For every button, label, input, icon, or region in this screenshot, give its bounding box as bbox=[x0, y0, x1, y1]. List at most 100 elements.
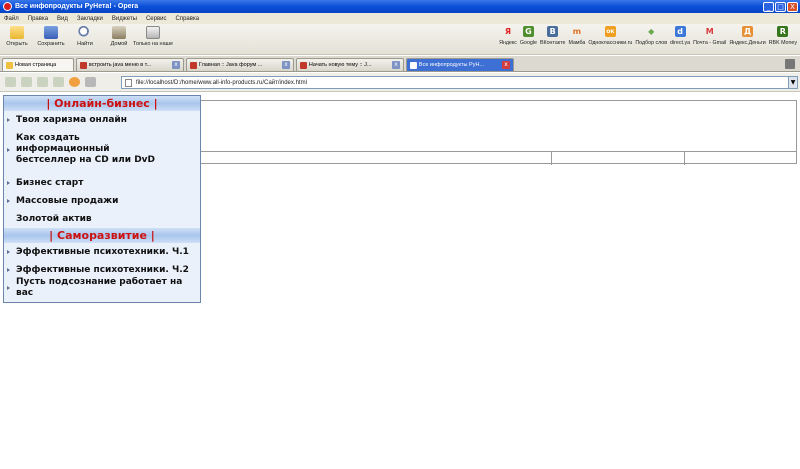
bookmark-label: Одноклассники.ru bbox=[588, 40, 633, 46]
menu-view[interactable]: Вид bbox=[57, 16, 68, 22]
forward-icon[interactable] bbox=[37, 77, 48, 87]
tab-new-page[interactable]: Новая страница bbox=[2, 58, 74, 71]
close-tab-icon[interactable]: x bbox=[502, 61, 510, 69]
bookmarks-bar: Я Яндекс G Google B ВКонтакте m Мамба ок… bbox=[499, 26, 797, 46]
fast-forward-icon[interactable] bbox=[53, 77, 64, 87]
tab-infoproducts[interactable]: Все инфопродукты РуН... x bbox=[406, 58, 514, 71]
open-button[interactable]: Открыть bbox=[2, 26, 32, 47]
vkontakte-icon: B bbox=[547, 26, 559, 37]
tab-label: Начать новую тему :: J... bbox=[308, 62, 372, 68]
tab-label: встроить java меню в т... bbox=[88, 62, 152, 68]
tab-new-topic[interactable]: Начать новую тему :: J... x bbox=[296, 58, 404, 71]
opera-tab-icon bbox=[410, 61, 417, 69]
menu-item-charisma[interactable]: Твоя харизма онлайн bbox=[4, 111, 200, 129]
menu-edit[interactable]: Правка bbox=[28, 16, 48, 22]
back-icon[interactable] bbox=[21, 77, 32, 87]
folder-icon bbox=[10, 26, 24, 39]
bookmark-direct[interactable]: d direct.ya bbox=[670, 26, 690, 46]
arrow-right-icon bbox=[7, 268, 10, 272]
odnoklassniki-icon: ок bbox=[604, 26, 616, 37]
bookmark-wordstat[interactable]: ◆ Подбор слов bbox=[635, 26, 667, 46]
section-header-online-business: | Онлайн-бизнес | bbox=[4, 96, 200, 111]
menu-tools[interactable]: Сервис bbox=[146, 16, 167, 22]
menu-item-subconscious[interactable]: Пусть подсознание работает на вас bbox=[4, 277, 200, 298]
bookmark-rbk-money[interactable]: R RBK Money bbox=[769, 26, 797, 46]
table-divider bbox=[551, 152, 552, 165]
home-button[interactable]: Домой bbox=[104, 26, 134, 47]
tab-label: Главная :: Java форум ... bbox=[198, 62, 263, 68]
tab-java-forum[interactable]: Главная :: Java форум ... x bbox=[186, 58, 294, 71]
menu-item-label: Пусть подсознание работает на вас bbox=[16, 277, 183, 298]
yandex-money-icon: Д bbox=[742, 26, 754, 37]
menu-bookmarks[interactable]: Закладки bbox=[77, 16, 103, 22]
reload-icon[interactable] bbox=[69, 77, 80, 87]
find-button[interactable]: Найти bbox=[70, 26, 100, 47]
menu-file[interactable]: Файл bbox=[4, 16, 19, 22]
tab-java-menu[interactable]: встроить java меню в т... x bbox=[76, 58, 184, 71]
table-row bbox=[201, 151, 796, 165]
side-menu: | Онлайн-бизнес | Твоя харизма онлайн Ка… bbox=[3, 95, 201, 303]
bookmark-mamba[interactable]: m Мамба bbox=[568, 26, 585, 46]
section-title: | Саморазвитие | bbox=[49, 229, 155, 242]
opera-tab-icon bbox=[80, 61, 87, 69]
save-label: Сохранить bbox=[37, 41, 65, 47]
opera-tab-icon bbox=[190, 61, 197, 69]
address-field[interactable]: file://localhost/D:/home/www.all-info-pr… bbox=[121, 76, 798, 89]
bookmark-label: Мамба bbox=[568, 40, 586, 46]
bookmark-odnoklassniki[interactable]: ок Одноклассники.ru bbox=[588, 26, 632, 46]
tab-bar: Новая страница встроить java меню в т...… bbox=[0, 56, 800, 72]
chevron-down-icon[interactable]: ▼ bbox=[788, 77, 797, 88]
tab-label: Новая страница bbox=[15, 62, 57, 68]
save-button[interactable]: Сохранить bbox=[36, 26, 66, 47]
navigation-buttons bbox=[5, 77, 96, 87]
bookmark-gmail[interactable]: M Почта - Gmail bbox=[693, 26, 726, 46]
google-icon: G bbox=[522, 26, 534, 37]
menu-item-golden-asset[interactable]: Золотой актив bbox=[4, 210, 200, 228]
main-toolbar: Открыть Сохранить Найти Домой Только на … bbox=[0, 24, 800, 55]
close-tab-icon[interactable]: x bbox=[172, 61, 180, 69]
window-controls: _ □ X bbox=[763, 1, 800, 12]
bookmark-label: Подбор слов bbox=[635, 40, 668, 46]
close-button[interactable]: X bbox=[787, 1, 798, 12]
menu-item-label: Эффективные психотехники. Ч.2 bbox=[16, 264, 189, 275]
bookmark-vkontakte[interactable]: B ВКонтакте bbox=[539, 26, 566, 46]
menu-item-label: Бизнес старт bbox=[16, 177, 84, 188]
rbk-money-icon: R bbox=[777, 26, 789, 37]
menu-widgets[interactable]: Виджеты bbox=[112, 16, 137, 22]
maximize-button[interactable]: □ bbox=[775, 1, 786, 12]
window-title: Все инфопродукты РуНета! - Opera bbox=[15, 3, 139, 10]
speech-bubble-icon bbox=[146, 26, 160, 39]
bookmark-label: Яндекс bbox=[499, 40, 517, 46]
rewind-icon[interactable] bbox=[5, 77, 16, 87]
menu-item-business-start[interactable]: Бизнес старт bbox=[4, 174, 200, 192]
menu-item-bestseller[interactable]: Как создать информационный бестселлер на… bbox=[4, 129, 200, 174]
arrow-right-icon bbox=[7, 181, 10, 185]
tome-button[interactable]: Только на наше bbox=[133, 26, 173, 47]
bookmark-yandex-money[interactable]: Д Яндекс.Деньги bbox=[729, 26, 766, 46]
bookmark-label: RBK Money bbox=[768, 40, 797, 46]
opera-logo-icon bbox=[3, 2, 12, 11]
trash-icon[interactable] bbox=[785, 59, 795, 69]
menu-item-psychotech-1[interactable]: Эффективные психотехники. Ч.1 bbox=[4, 243, 200, 261]
page-table bbox=[200, 100, 797, 165]
edit-icon[interactable] bbox=[85, 77, 96, 87]
bookmark-label: ВКонтакте bbox=[539, 40, 566, 46]
open-label: Открыть bbox=[6, 41, 28, 47]
bookmark-google[interactable]: G Google bbox=[520, 26, 537, 46]
magnifier-icon bbox=[78, 26, 92, 39]
minimize-button[interactable]: _ bbox=[763, 1, 774, 12]
menu-item-label: Массовые продажи bbox=[16, 195, 119, 206]
wordstat-icon: ◆ bbox=[648, 27, 655, 36]
page-icon bbox=[125, 78, 132, 87]
tome-label: Только на наше bbox=[132, 41, 174, 47]
close-tab-icon[interactable]: x bbox=[392, 61, 400, 69]
menu-item-mass-sales[interactable]: Массовые продажи bbox=[4, 192, 200, 210]
arrow-right-icon bbox=[7, 118, 10, 122]
arrow-right-icon bbox=[7, 250, 10, 254]
bookmark-label: Почта - Gmail bbox=[693, 40, 727, 46]
address-bar-row: file://localhost/D:/home/www.all-info-pr… bbox=[0, 73, 800, 92]
menu-help[interactable]: Справка bbox=[176, 16, 200, 22]
close-tab-icon[interactable]: x bbox=[282, 61, 290, 69]
bookmark-yandex[interactable]: Я Яндекс bbox=[499, 26, 517, 46]
find-label: Найти bbox=[77, 41, 93, 47]
